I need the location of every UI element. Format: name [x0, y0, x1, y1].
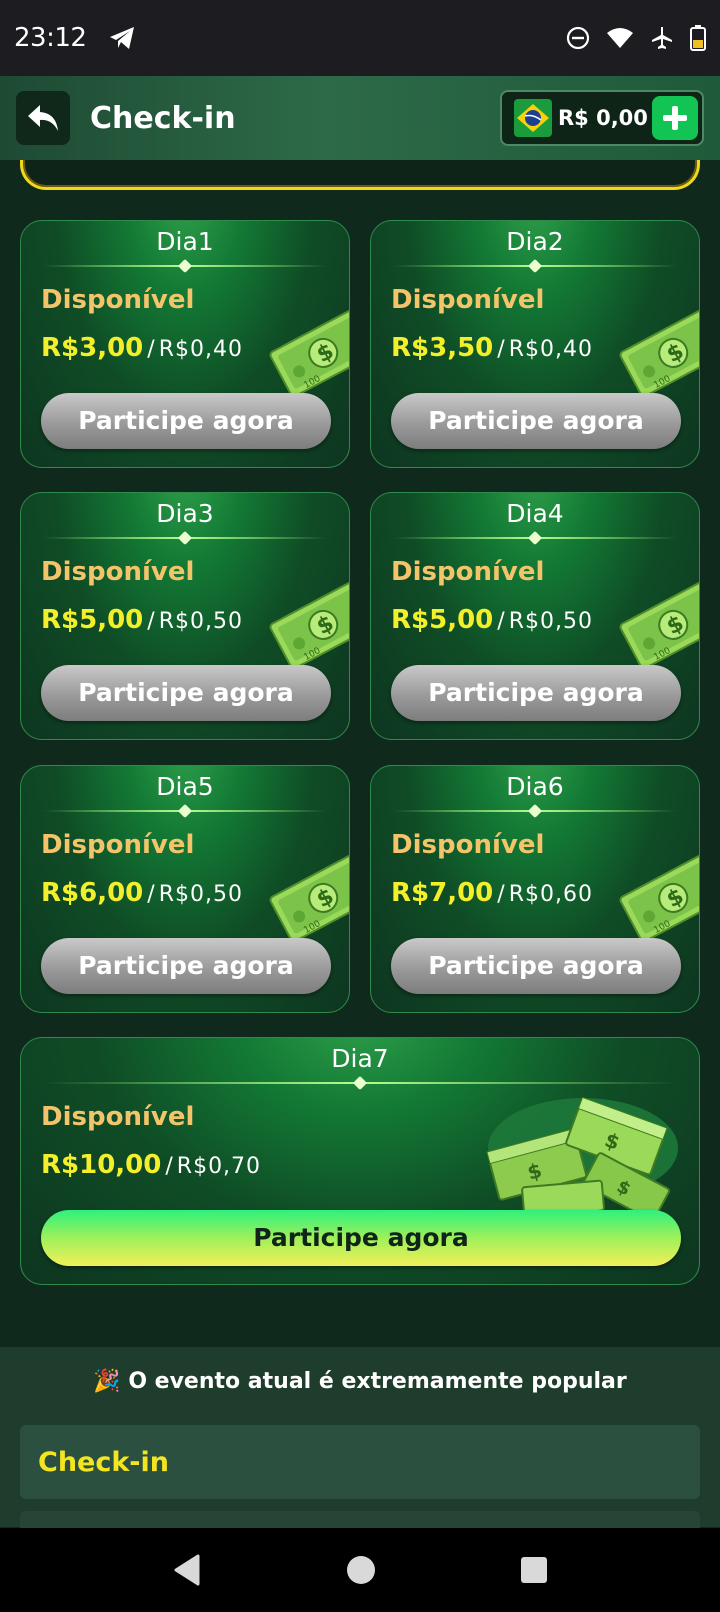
day-title: Dia4 [506, 499, 564, 528]
day-status: Disponível [41, 1102, 195, 1132]
price-separator: / [497, 882, 505, 907]
join-now-button[interactable]: Participe agora [391, 665, 681, 721]
reward-amount: R$7,00 [391, 878, 494, 908]
day-card-3: Dia3 Disponível R$5,00/R$0,50 $ 100 Part… [20, 492, 350, 740]
money-icon: $ 100 [267, 580, 349, 675]
wifi-icon [607, 28, 633, 48]
battery-icon [690, 25, 706, 51]
price-separator: / [497, 337, 505, 362]
popular-section: 🎉 O evento atual é extremamente popular … [0, 1347, 720, 1541]
cost-amount: R$0,60 [508, 882, 593, 907]
day-title: Dia7 [331, 1044, 389, 1073]
cost-amount: R$0,50 [508, 609, 593, 634]
plus-icon [663, 106, 687, 130]
deposit-button[interactable] [652, 96, 698, 140]
day-title: Dia6 [506, 772, 564, 801]
reward-amount: R$3,50 [391, 333, 494, 363]
home-circle-icon[interactable] [345, 1554, 377, 1586]
cost-amount: R$0,40 [158, 337, 243, 362]
price-separator: / [147, 337, 155, 362]
divider [393, 537, 677, 539]
day-title: Dia3 [156, 499, 214, 528]
join-now-button[interactable]: Participe agora [41, 665, 331, 721]
day-status: Disponível [391, 285, 545, 315]
price-separator: / [147, 609, 155, 634]
cost-amount: R$0,40 [508, 337, 593, 362]
day-title: Dia2 [506, 227, 564, 256]
do-not-disturb-icon [566, 26, 590, 50]
popular-message: 🎉 O evento atual é extremamente popular [0, 1369, 720, 1394]
tab-checkin-label: Check-in [38, 1446, 169, 1478]
divider [43, 810, 327, 812]
status-time: 23:12 [14, 23, 87, 53]
day-card-5: Dia5 Disponível R$6,00/R$0,50 $ 100 Part… [20, 765, 350, 1013]
day-card-6: Dia6 Disponível R$7,00/R$0,60 $ 100 Part… [370, 765, 700, 1013]
cost-amount: R$0,50 [158, 882, 243, 907]
divider [43, 265, 327, 267]
day-price: R$5,00/R$0,50 [41, 605, 243, 635]
money-icon: $ $ $ [463, 1078, 683, 1232]
day-price: R$3,00/R$0,40 [41, 333, 243, 363]
day-title: Dia1 [156, 227, 214, 256]
day-status: Disponível [41, 830, 195, 860]
day-card-1: Dia1 Disponível R$3,00/R$0,40 $ 100 Part… [20, 220, 350, 468]
divider [43, 537, 327, 539]
money-icon: $ 100 [617, 853, 699, 948]
reward-amount: R$3,00 [41, 333, 144, 363]
day-card-4: Dia4 Disponível R$5,00/R$0,50 $ 100 Part… [370, 492, 700, 740]
day-price: R$7,00/R$0,60 [391, 878, 593, 908]
back-icon [28, 105, 58, 131]
tab-checkin[interactable]: Check-in [20, 1425, 700, 1499]
reward-amount: R$10,00 [41, 1150, 162, 1180]
money-icon: $ 100 [267, 308, 349, 403]
back-triangle-icon[interactable] [172, 1553, 202, 1587]
day-status: Disponível [41, 557, 195, 587]
divider [393, 265, 677, 267]
airplane-icon [652, 27, 672, 49]
day-price: R$3,50/R$0,40 [391, 333, 593, 363]
price-separator: / [165, 1154, 173, 1179]
status-bar: 23:12 [0, 0, 720, 76]
money-icon: $ 100 [617, 308, 699, 403]
navigation-bar [0, 1528, 720, 1612]
join-now-button[interactable]: Participe agora [391, 393, 681, 449]
popular-text: O evento atual é extremamente popular [128, 1369, 627, 1394]
money-icon: $ 100 [617, 580, 699, 675]
telegram-icon [110, 27, 135, 49]
page-title: Check-in [90, 100, 236, 136]
reward-amount: R$5,00 [41, 605, 144, 635]
day-price: R$6,00/R$0,50 [41, 878, 243, 908]
cost-amount: R$0,70 [176, 1154, 262, 1179]
reward-amount: R$5,00 [391, 605, 494, 635]
day-card-7: Dia7 Disponível R$10,00/R$0,70 $ $ $ Par… [20, 1037, 700, 1285]
divider [393, 810, 677, 812]
party-icon: 🎉 [93, 1369, 121, 1394]
brazil-flag-icon [514, 99, 552, 137]
join-now-button[interactable]: Participe agora [41, 393, 331, 449]
recents-square-icon[interactable] [520, 1556, 548, 1584]
day-price: R$5,00/R$0,50 [391, 605, 593, 635]
day-status: Disponível [391, 830, 545, 860]
day-status: Disponível [41, 285, 195, 315]
day-card-2: Dia2 Disponível R$3,50/R$0,40 $ 100 Part… [370, 220, 700, 468]
page-header: Check-in R$ 0,00 [0, 76, 720, 160]
reward-amount: R$6,00 [41, 878, 144, 908]
join-now-button[interactable]: Participe agora [41, 938, 331, 994]
join-now-button[interactable]: Participe agora [41, 1210, 681, 1266]
back-button[interactable] [16, 91, 70, 145]
money-icon: $ 100 [267, 853, 349, 948]
cost-amount: R$0,50 [158, 609, 243, 634]
day-price: R$10,00/R$0,70 [41, 1150, 261, 1180]
join-now-button[interactable]: Participe agora [391, 938, 681, 994]
day-status: Disponível [391, 557, 545, 587]
day-title: Dia5 [156, 772, 214, 801]
wallet-balance[interactable]: R$ 0,00 [500, 90, 704, 146]
price-separator: / [147, 882, 155, 907]
wallet-amount: R$ 0,00 [558, 106, 648, 130]
price-separator: / [497, 609, 505, 634]
